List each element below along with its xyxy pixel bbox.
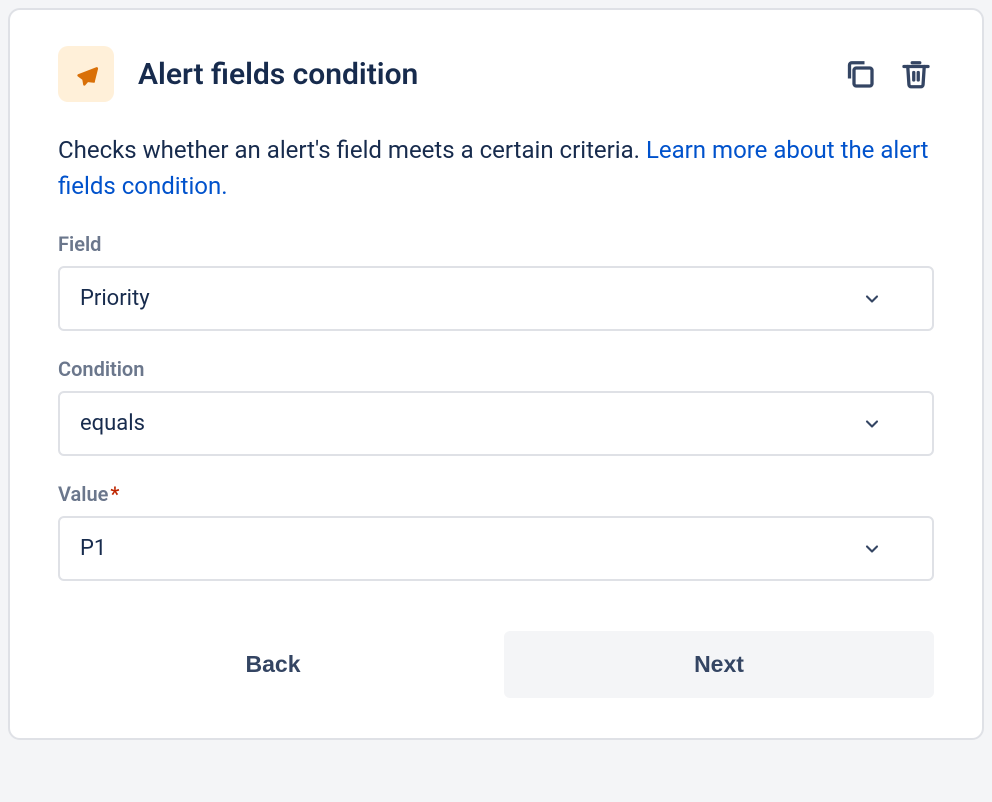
- condition-select[interactable]: equals: [58, 391, 934, 456]
- chevron-down-icon: [862, 539, 882, 559]
- copy-icon: [842, 56, 878, 92]
- field-select-value: Priority: [80, 286, 150, 311]
- card-description: Checks whether an alert's field meets a …: [58, 132, 934, 204]
- header-icon-badge: [58, 46, 114, 102]
- alert-fields-condition-card: Alert fields condition Checks whether: [8, 8, 984, 740]
- value-select-value: P1: [80, 536, 106, 561]
- trash-icon: [898, 56, 934, 92]
- bell-alert-icon: [69, 57, 103, 91]
- required-indicator: *: [110, 482, 119, 506]
- card-title: Alert fields condition: [138, 57, 818, 92]
- back-button[interactable]: Back: [58, 631, 488, 698]
- value-select[interactable]: P1: [58, 516, 934, 581]
- field-group-condition: Condition equals: [58, 357, 934, 456]
- chevron-down-icon: [862, 414, 882, 434]
- field-select[interactable]: Priority: [58, 266, 934, 331]
- description-text: Checks whether an alert's field meets a …: [58, 136, 646, 164]
- condition-label: Condition: [58, 357, 934, 381]
- field-group-value: Value* P1: [58, 482, 934, 581]
- field-label: Field: [58, 232, 934, 256]
- footer-row: Back Next: [58, 631, 934, 698]
- next-button[interactable]: Next: [504, 631, 934, 698]
- condition-select-value: equals: [80, 411, 145, 436]
- header-row: Alert fields condition: [58, 46, 934, 102]
- chevron-down-icon: [862, 289, 882, 309]
- delete-button[interactable]: [898, 56, 934, 92]
- value-label: Value*: [58, 482, 934, 506]
- header-actions: [842, 56, 934, 92]
- field-group-field: Field Priority: [58, 232, 934, 331]
- duplicate-button[interactable]: [842, 56, 878, 92]
